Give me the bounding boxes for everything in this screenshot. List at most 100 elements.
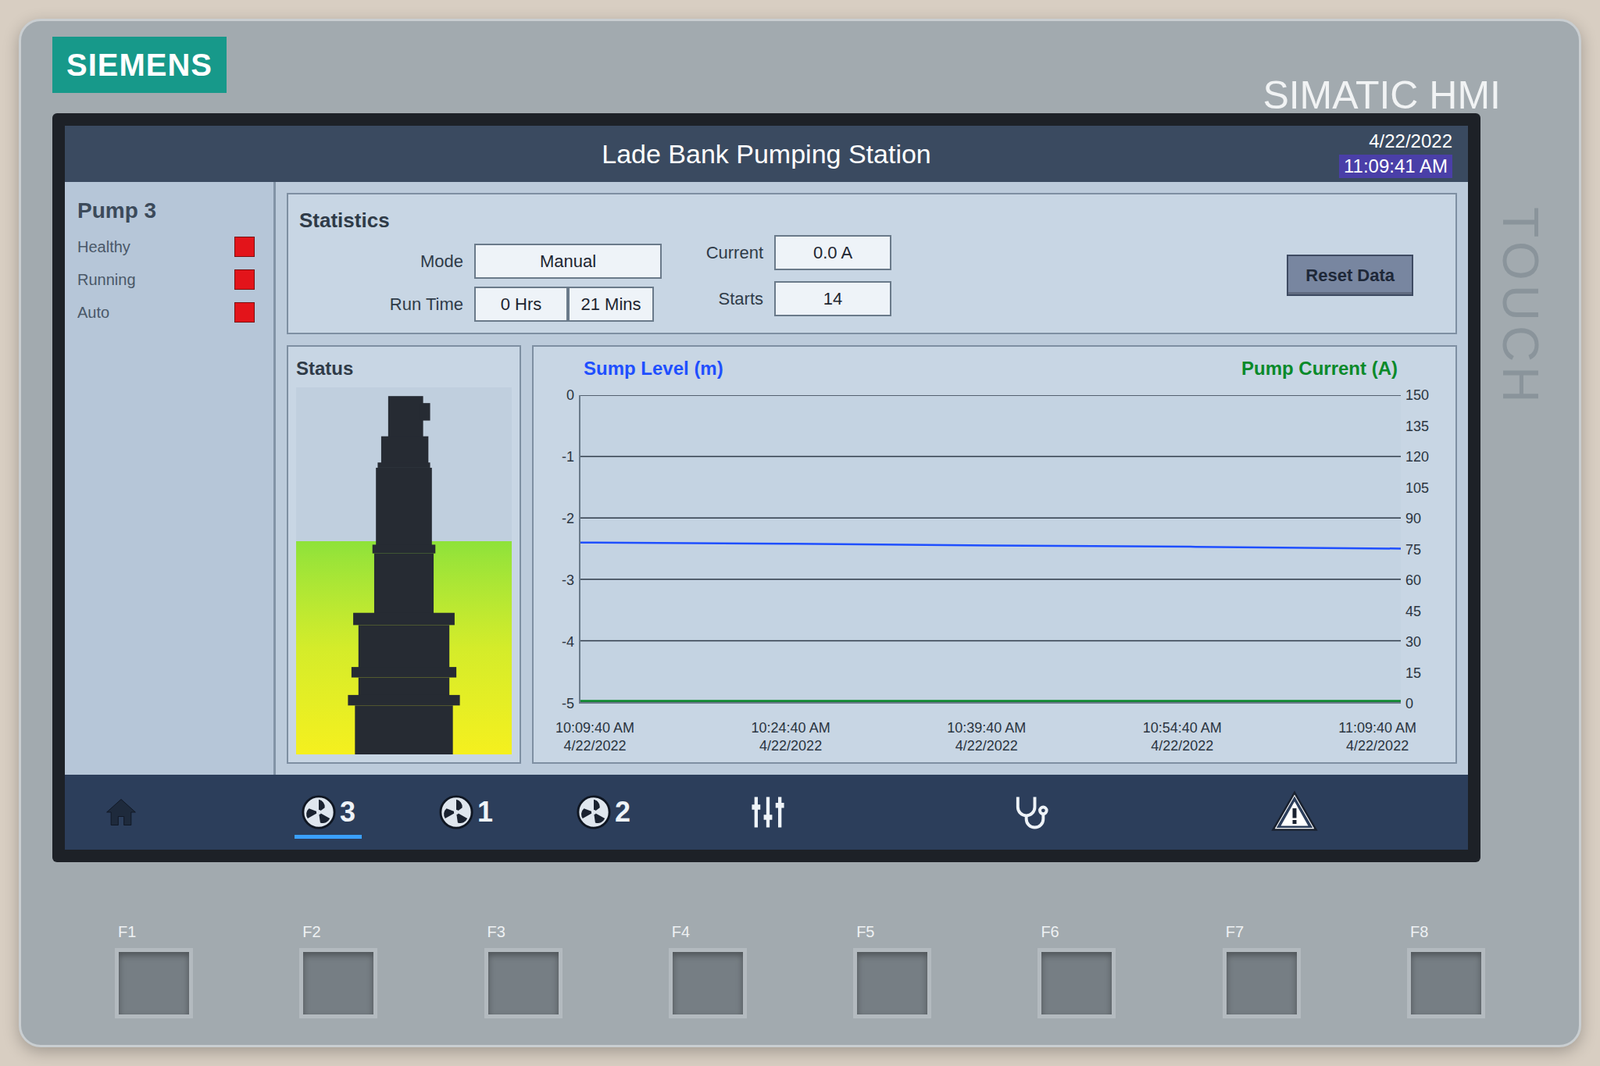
date-text: 4/22/2022 (1368, 129, 1453, 154)
starts-label: Starts (692, 285, 764, 312)
screen-frame: Lade Bank Pumping Station 4/22/2022 11:0… (52, 113, 1481, 863)
alarm-warning-icon[interactable] (1271, 789, 1318, 836)
left-axis-tick: -5 (561, 696, 575, 712)
grid-line (580, 640, 1401, 643)
time-text: 11:09:41 AM (1339, 154, 1453, 179)
function-key-group: F2 (299, 920, 378, 1019)
pump-tab[interactable]: 3 (294, 786, 362, 840)
indicator-row: Healthy (77, 235, 261, 259)
diagnostics-stethoscope-icon[interactable] (1009, 792, 1050, 833)
x-tick-time: 10:39:40 AM (946, 719, 1026, 738)
function-key[interactable] (853, 948, 932, 1019)
left-axis-tick: -1 (561, 449, 575, 465)
function-key-group: F3 (484, 920, 563, 1019)
station-title: Lade Bank Pumping Station (601, 139, 932, 169)
right-axis-tick: 60 (1405, 572, 1422, 589)
function-key-label: F6 (1037, 920, 1059, 944)
pump-icon (296, 387, 512, 755)
function-key-group: F6 (1037, 920, 1116, 1019)
screen: Lade Bank Pumping Station 4/22/2022 11:0… (64, 125, 1468, 850)
pump-tab[interactable]: 2 (569, 786, 637, 840)
pump-current-line (580, 700, 1401, 703)
pump-tab-number: 3 (339, 798, 356, 827)
function-key[interactable] (1037, 948, 1116, 1019)
plot-svg (580, 395, 1401, 703)
sump-level-legend: Sump Level (m) (583, 354, 724, 383)
pump-sidebar: Pump 3 HealthyRunningAuto (64, 182, 276, 775)
x-tick-date: 4/22/2022 (955, 737, 1018, 756)
current-field: 0.0 A (774, 235, 892, 271)
mode-field: Manual (474, 243, 662, 279)
plot-area (578, 395, 1401, 704)
function-key[interactable] (668, 948, 747, 1019)
function-key-label: F3 (484, 920, 506, 944)
reset-data-button[interactable]: Reset Data (1286, 254, 1414, 297)
indicator-label: Auto (77, 300, 110, 325)
left-axis-tick: 0 (566, 387, 575, 404)
pump-tab-number: 1 (477, 798, 493, 827)
function-key-label: F7 (1222, 920, 1244, 944)
function-key-group: F5 (853, 920, 932, 1019)
mode-label: Mode (377, 248, 464, 275)
sump-tank (296, 387, 512, 755)
function-key-label: F1 (114, 920, 136, 944)
settings-sliders-icon[interactable] (747, 792, 789, 833)
right-axis-tick: 90 (1405, 510, 1422, 527)
x-axis-tick: 10:24:40 AM4/22/2022 (751, 719, 831, 755)
right-axis-tick: 0 (1405, 696, 1414, 712)
right-axis-tick: 15 (1405, 665, 1422, 682)
brand-logo: SIEMENS (52, 36, 227, 93)
x-tick-time: 10:09:40 AM (555, 719, 635, 738)
pump-current-legend: Pump Current (A) (1241, 354, 1398, 383)
function-key[interactable] (1407, 948, 1486, 1019)
right-axis-tick: 105 (1405, 480, 1429, 497)
function-key[interactable] (484, 948, 563, 1019)
run-time-label: Run Time (377, 291, 464, 318)
x-tick-time: 10:54:40 AM (1142, 719, 1222, 738)
x-tick-date: 4/22/2022 (564, 737, 627, 756)
statistics-panel: Statistics Mode Manual Run Time 0 Hrs 21… (286, 192, 1458, 335)
indicator-row: Running (77, 267, 261, 292)
x-tick-date: 4/22/2022 (759, 737, 822, 756)
x-tick-time: 11:09:40 AM (1338, 719, 1417, 738)
function-key-group: F7 (1222, 920, 1301, 1019)
brand-text: SIEMENS (66, 47, 213, 83)
touch-label: TOUCH (1482, 207, 1558, 408)
grid-line (580, 578, 1401, 581)
starts-field: 14 (774, 281, 892, 317)
home-icon[interactable] (103, 795, 139, 830)
statistics-title: Statistics (299, 205, 662, 236)
pump-fan-icon (575, 794, 612, 831)
x-axis-tick: 10:54:40 AM4/22/2022 (1142, 719, 1222, 755)
run-time-minutes-field: 21 Mins (567, 286, 654, 322)
right-axis-tick: 45 (1405, 603, 1422, 620)
function-key-label: F8 (1407, 920, 1429, 944)
function-key[interactable] (1222, 948, 1301, 1019)
right-axis-tick: 120 (1405, 449, 1429, 465)
x-tick-date: 4/22/2022 (1346, 737, 1409, 756)
run-time-hours-field: 0 Hrs (474, 286, 568, 322)
nav-bar: 3 1 2 (64, 775, 1468, 850)
status-panel: Status (286, 345, 522, 765)
function-key-group: F4 (668, 920, 747, 1019)
pump-tab[interactable]: 1 (432, 786, 500, 840)
function-key[interactable] (299, 948, 378, 1019)
function-key[interactable] (114, 948, 193, 1019)
x-axis-tick: 10:39:40 AM4/22/2022 (946, 719, 1026, 755)
trend-chart: Sump Level (m) Pump Current (A) 0-1-2-3-… (532, 345, 1458, 765)
function-key-group: F1 (114, 920, 193, 1019)
right-axis-tick: 75 (1405, 542, 1422, 558)
left-axis-tick: -2 (561, 510, 575, 527)
x-tick-date: 4/22/2022 (1150, 737, 1214, 756)
function-key-group: F8 (1407, 920, 1486, 1019)
grid-line (580, 517, 1401, 519)
title-bar: Lade Bank Pumping Station 4/22/2022 11:0… (64, 125, 1468, 183)
function-key-label: F5 (853, 920, 875, 944)
indicator-label: Running (77, 267, 136, 292)
function-key-label: F4 (668, 920, 690, 944)
left-axis-tick: -4 (561, 634, 575, 650)
current-label: Current (692, 239, 764, 266)
indicator-lamp (234, 236, 255, 258)
status-title: Status (296, 354, 512, 383)
indicator-lamp (234, 269, 255, 290)
